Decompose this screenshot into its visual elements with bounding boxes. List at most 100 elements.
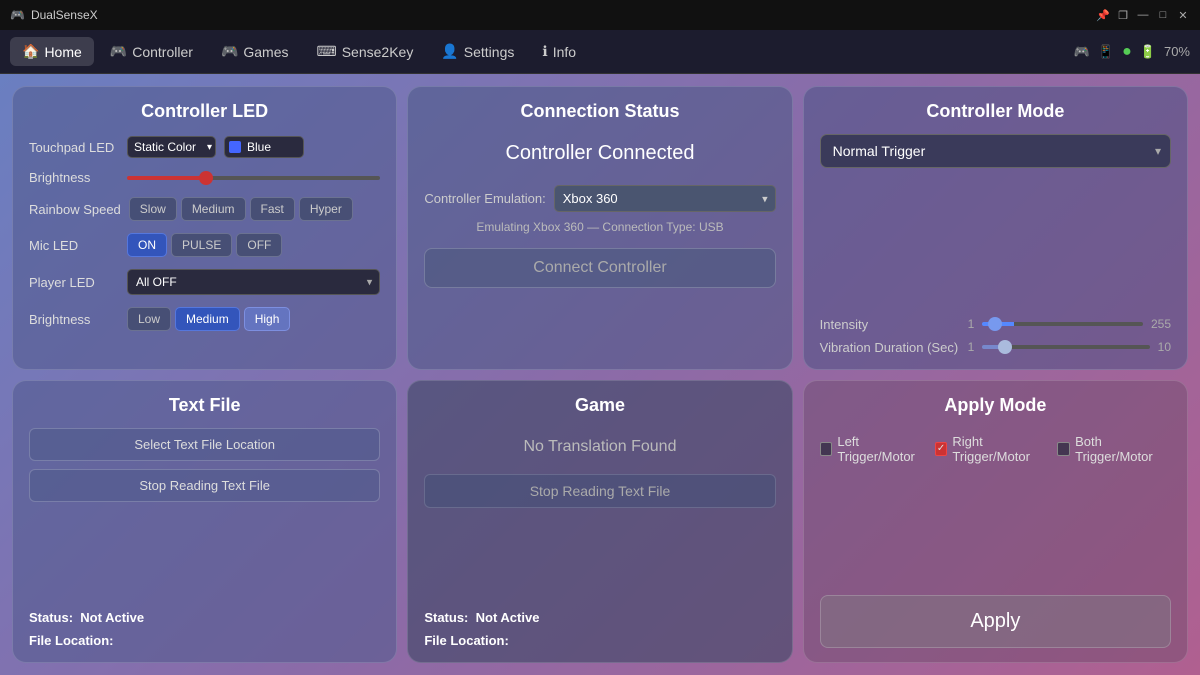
mic-on-btn[interactable]: ON	[127, 233, 167, 257]
left-trigger-checkbox[interactable]	[820, 442, 833, 456]
text-file-status: Status: Not Active	[29, 610, 380, 625]
touchpad-mode-select[interactable]: Static Color Rainbow Off	[127, 136, 216, 158]
player-led-select[interactable]: All OFF Player 1 Player 2 Player 3 Playe…	[127, 269, 380, 295]
text-file-panel: Text File Select Text File Location Stop…	[12, 380, 397, 664]
vib-max: 10	[1158, 340, 1171, 354]
game-status-value: Not Active	[476, 610, 540, 625]
vib-slider[interactable]	[982, 345, 1149, 349]
mode-select[interactable]: Normal Trigger Rigid Pulse Galloping Slo…	[820, 134, 1171, 168]
mode-select-wrap: Normal Trigger Rigid Pulse Galloping Slo…	[820, 134, 1171, 168]
mic-led-label: Mic LED	[29, 238, 119, 253]
right-trigger-label: Right Trigger/Motor	[952, 434, 1051, 464]
stop-reading-text-file-btn[interactable]: Stop Reading Text File	[29, 469, 380, 502]
emulation-label: Controller Emulation:	[424, 191, 545, 206]
mic-led-row: Mic LED ON PULSE OFF	[29, 233, 380, 257]
settings-icon: 👤	[441, 43, 458, 60]
nav-info[interactable]: ℹ Info	[530, 37, 588, 66]
usb-icon: 📱	[1098, 44, 1114, 60]
both-trigger-label: Both Trigger/Motor	[1075, 434, 1171, 464]
nav-controller[interactable]: 🎮 Controller	[98, 37, 205, 66]
intensity-label: Intensity	[820, 317, 960, 332]
touchpad-led-row: Touchpad LED Static Color Rainbow Off Bl…	[29, 136, 380, 158]
mode-select-container: Normal Trigger Rigid Pulse Galloping Slo…	[820, 134, 1171, 168]
brightness-medium-btn[interactable]: Medium	[175, 307, 240, 331]
game-title: Game	[424, 395, 775, 416]
touchpad-led-label: Touchpad LED	[29, 140, 119, 155]
copy-btn[interactable]: ❐	[1116, 8, 1130, 22]
rainbow-slow-btn[interactable]: Slow	[129, 197, 177, 221]
game-no-translation: No Translation Found	[424, 438, 775, 456]
intensity-slider[interactable]	[982, 322, 1143, 326]
touchpad-color-wrap: Blue Red Green White	[224, 136, 304, 158]
vib-duration-row: Vibration Duration (Sec) 1 10	[820, 340, 1171, 355]
intensity-slider-container	[982, 322, 1143, 326]
nav-right: 🎮 📱 ● 🔋 70%	[1074, 43, 1190, 61]
select-text-file-btn[interactable]: Select Text File Location	[29, 428, 380, 461]
connection-status-text: Controller Connected	[424, 142, 775, 165]
minimize-btn[interactable]: —	[1136, 8, 1150, 22]
rainbow-hyper-btn[interactable]: Hyper	[299, 197, 353, 221]
text-file-location-label: File Location:	[29, 633, 114, 648]
controller-nav-icon: 🎮	[1074, 44, 1090, 60]
intensity-value: 1	[968, 317, 975, 331]
mic-pulse-btn[interactable]: PULSE	[171, 233, 232, 257]
info-icon: ℹ	[542, 43, 547, 60]
brightness-low-btn[interactable]: Low	[127, 307, 171, 331]
brightness-slider[interactable]	[127, 176, 380, 180]
apply-mode-spacer	[820, 478, 1171, 588]
mic-off-btn[interactable]: OFF	[236, 233, 282, 257]
nav-games[interactable]: 🎮 Games	[209, 37, 301, 66]
right-trigger-checkbox[interactable]: ✓	[935, 442, 948, 456]
maximize-btn[interactable]: □	[1156, 8, 1170, 22]
brightness2-group: Low Medium High	[127, 307, 290, 331]
app-icon: 🎮	[10, 8, 25, 22]
emulation-row: Controller Emulation: Xbox 360 DualShock…	[424, 185, 775, 212]
both-trigger-checkbox[interactable]	[1057, 442, 1070, 456]
emulation-select-wrap: Xbox 360 DualShock 4 None	[554, 185, 776, 212]
player-led-row: Player LED All OFF Player 1 Player 2 Pla…	[29, 269, 380, 295]
app-title: DualSenseX	[31, 8, 98, 22]
text-file-status-label: Status:	[29, 610, 73, 625]
game-stop-btn[interactable]: Stop Reading Text File	[424, 474, 775, 508]
mic-led-group: ON PULSE OFF	[127, 233, 282, 257]
home-icon: 🏠	[22, 43, 39, 60]
text-file-spacer	[29, 510, 380, 603]
titlebar-controls: 📌 ❐ — □ ✕	[1096, 8, 1190, 22]
emulation-info: Emulating Xbox 360 — Connection Type: US…	[424, 220, 775, 234]
apply-mode-panel: Apply Mode Left Trigger/Motor ✓ Right Tr…	[803, 380, 1188, 664]
game-status: Status: Not Active	[424, 610, 775, 625]
connect-controller-btn[interactable]: Connect Controller	[424, 248, 775, 288]
battery-level: 70%	[1164, 44, 1190, 59]
player-led-label: Player LED	[29, 275, 119, 290]
battery-icon: 🔋	[1140, 44, 1156, 60]
brightness-high-btn[interactable]: High	[244, 307, 291, 331]
rainbow-medium-btn[interactable]: Medium	[181, 197, 246, 221]
mode-spacer	[820, 184, 1171, 309]
apply-btn[interactable]: Apply	[820, 595, 1171, 648]
nav-home[interactable]: 🏠 Apply Home	[10, 37, 94, 66]
both-trigger-item: Both Trigger/Motor	[1057, 434, 1171, 464]
left-trigger-label: Left Trigger/Motor	[837, 434, 928, 464]
emulation-select[interactable]: Xbox 360 DualShock 4 None	[554, 185, 776, 212]
game-status-label: Status:	[424, 610, 468, 625]
sense2key-icon: ⌨	[317, 43, 337, 60]
right-trigger-item: ✓ Right Trigger/Motor	[935, 434, 1052, 464]
text-file-title: Text File	[29, 395, 380, 416]
rainbow-speed-row: Rainbow Speed Slow Medium Fast Hyper	[29, 197, 380, 221]
pin-btn[interactable]: 📌	[1096, 8, 1110, 22]
controller-mode-panel: Controller Mode Normal Trigger Rigid Pul…	[803, 86, 1188, 370]
rainbow-fast-btn[interactable]: Fast	[250, 197, 295, 221]
brightness2-row: Brightness Low Medium High	[29, 307, 380, 331]
controller-led-title: Controller LED	[29, 101, 380, 122]
controller-icon: 🎮	[110, 43, 127, 60]
close-btn[interactable]: ✕	[1176, 8, 1190, 22]
games-icon: 🎮	[221, 43, 238, 60]
intensity-max: 255	[1151, 317, 1171, 331]
nav-settings[interactable]: 👤 Settings	[429, 37, 526, 66]
battery-dot: ●	[1122, 43, 1132, 61]
touchpad-color-select[interactable]: Blue Red Green White	[224, 136, 304, 158]
nav-sense2key[interactable]: ⌨ Sense2Key	[305, 37, 426, 66]
connection-status-title: Connection Status	[424, 101, 775, 122]
rainbow-speed-group: Slow Medium Fast Hyper	[129, 197, 353, 221]
touchpad-mode-wrap: Static Color Rainbow Off	[127, 136, 216, 158]
